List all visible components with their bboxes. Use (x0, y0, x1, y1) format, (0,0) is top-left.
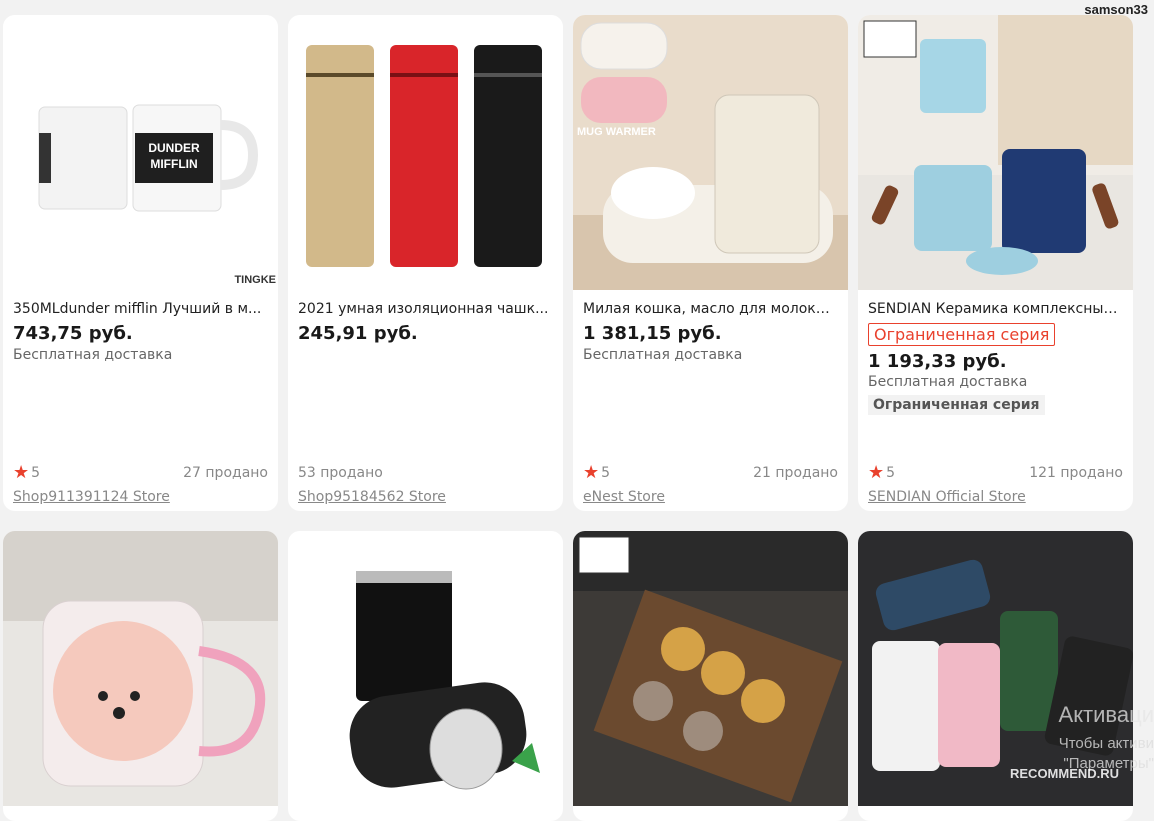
svg-text:DUNDER: DUNDER (148, 141, 200, 155)
product-card[interactable]: 2021 умная изоляционная чашк... 245,91 р… (288, 15, 563, 511)
windows-activation-line1: Чтобы активи (1058, 735, 1154, 752)
product-image[interactable] (288, 15, 563, 290)
image-brand-label: TINGKE (234, 274, 276, 286)
rating-value: 5 (886, 465, 896, 481)
product-card[interactable]: DUNDER MIFFLIN TINGKE 350MLdunder miffli… (3, 15, 278, 511)
product-card[interactable] (573, 531, 848, 821)
product-price: 743,75 руб. (13, 323, 133, 344)
windows-activation-title: Активаци (1058, 702, 1154, 727)
product-price: 245,91 руб. (298, 323, 418, 344)
star-icon: ★ (583, 462, 600, 483)
product-card[interactable] (288, 531, 563, 821)
shipping-info: Бесплатная доставка (868, 374, 1028, 390)
product-price: 1 381,15 руб. (583, 323, 722, 344)
product-card[interactable]: MUG WARMER Милая кошка, масло для молока… (573, 15, 848, 511)
product-image[interactable] (3, 531, 278, 806)
sold-count: 21 продано (753, 465, 838, 481)
product-title[interactable]: Милая кошка, масло для молока,... (583, 300, 838, 318)
star-icon: ★ (13, 462, 30, 483)
svg-text:MIFFLIN: MIFFLIN (150, 157, 197, 171)
star-icon: ★ (868, 462, 885, 483)
product-price: 1 193,33 руб. (868, 351, 1007, 372)
product-image[interactable] (858, 15, 1133, 290)
store-link[interactable]: Shop911391124 Store (13, 489, 268, 505)
sold-count: 121 продано (1029, 465, 1123, 481)
product-title[interactable]: 350MLdunder mifflin Лучший в м... (13, 300, 268, 318)
product-image[interactable]: DUNDER MIFFLIN TINGKE (3, 15, 278, 290)
image-promo-label: MUG WARMER (577, 126, 656, 138)
limited-edition-badge: Ограниченная серия (868, 395, 1045, 415)
sold-count: 27 продано (183, 465, 268, 481)
product-image[interactable] (573, 531, 848, 806)
product-image[interactable] (288, 531, 563, 806)
product-image[interactable]: MUG WARMER (573, 15, 848, 290)
shipping-info: Бесплатная доставка (583, 347, 743, 363)
store-link[interactable]: Shop95184562 Store (298, 489, 553, 505)
site-watermark: RECOMMEND.RU (1010, 766, 1120, 781)
product-card[interactable]: SENDIAN Керамика комплексный... Ограниче… (858, 15, 1133, 511)
product-title[interactable]: 2021 умная изоляционная чашк... (298, 300, 553, 318)
rating-value: 5 (31, 465, 41, 481)
store-link[interactable]: SENDIAN Official Store (868, 489, 1123, 505)
store-link[interactable]: eNest Store (583, 489, 838, 505)
product-card[interactable] (3, 531, 278, 821)
sold-count: 53 продано (298, 465, 383, 481)
limited-edition-tag: Ограниченная серия (868, 323, 1056, 346)
product-title[interactable]: SENDIAN Керамика комплексный... (868, 300, 1123, 318)
shipping-info: Бесплатная доставка (13, 347, 173, 363)
rating-value: 5 (601, 465, 611, 481)
